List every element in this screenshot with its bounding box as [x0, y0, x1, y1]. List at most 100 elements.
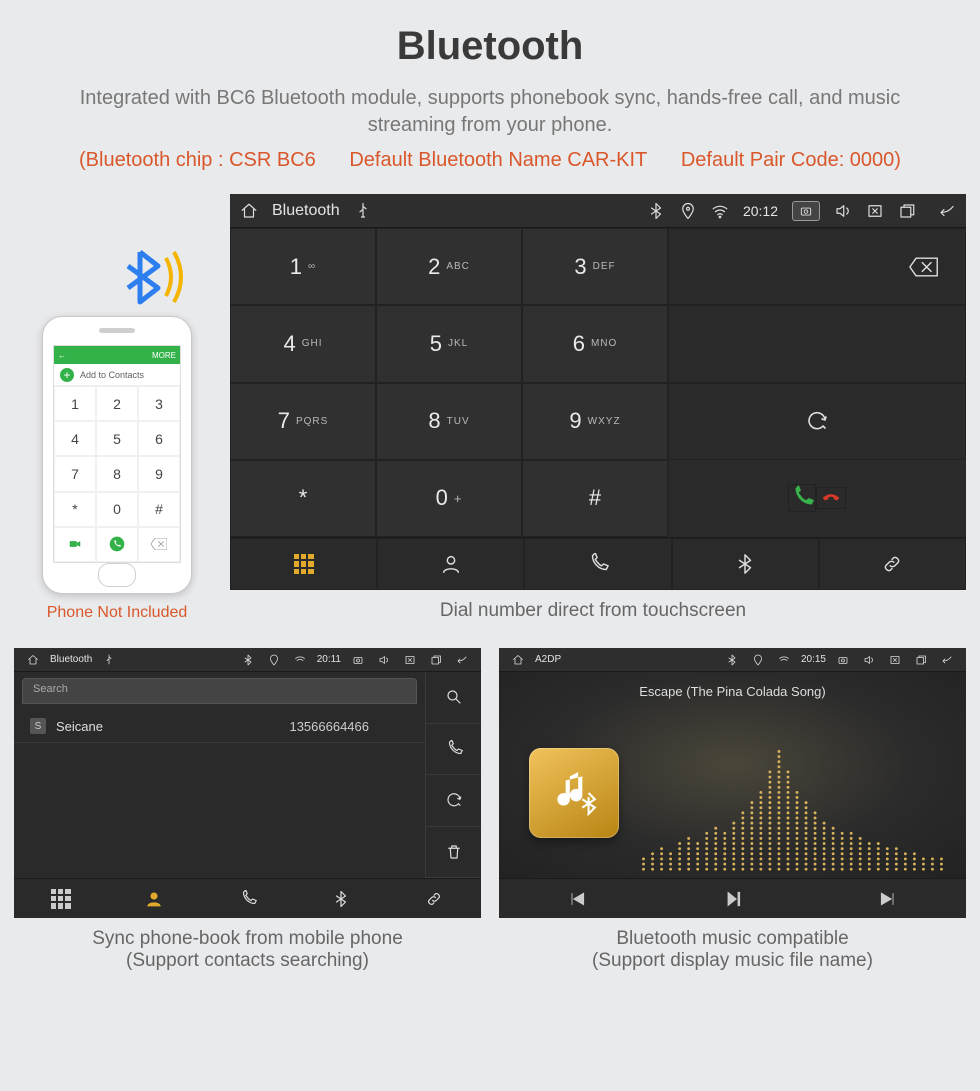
- phonebook-side-actions: [425, 672, 481, 878]
- usb-icon: [354, 202, 372, 220]
- empty-row: [668, 305, 966, 382]
- person-icon: [145, 890, 163, 908]
- tab-contacts[interactable]: [107, 878, 200, 918]
- recent-apps-icon[interactable]: [898, 202, 916, 220]
- album-art-icon: [529, 748, 619, 838]
- back-icon[interactable]: [938, 202, 956, 220]
- search-action[interactable]: [425, 672, 481, 724]
- key-3[interactable]: 3DEF: [522, 228, 668, 305]
- call-action[interactable]: [425, 724, 481, 776]
- close-app-icon[interactable]: [886, 651, 904, 669]
- key-6[interactable]: 6MNO: [522, 305, 668, 382]
- key-1[interactable]: 1∞: [230, 228, 376, 305]
- close-app-icon[interactable]: [401, 651, 419, 669]
- smartphone-frame: ← MORE + Add to Contacts 1 2 3 4 5 6: [42, 316, 192, 594]
- dialer-right-column: [668, 228, 966, 537]
- phone-statusbar: ← MORE: [54, 346, 180, 364]
- close-app-icon[interactable]: [866, 202, 884, 220]
- contact-row[interactable]: S Seicane 13566664466: [14, 710, 425, 743]
- backspace-icon[interactable]: [909, 256, 939, 278]
- phone-key-7: 7: [54, 456, 96, 491]
- location-icon: [749, 651, 767, 669]
- tab-bluetooth[interactable]: [294, 878, 387, 918]
- key-star[interactable]: *: [230, 460, 376, 537]
- status-title: Bluetooth: [272, 202, 340, 220]
- tab-dialpad[interactable]: [14, 878, 107, 918]
- next-track-button[interactable]: [810, 879, 966, 918]
- dialer-caption: Dial number direct from touchscreen: [220, 600, 966, 622]
- bluetooth-icon: [734, 553, 756, 575]
- key-5[interactable]: 5JKL: [376, 305, 522, 382]
- phonebook-status-bar: Bluetooth 20:11: [14, 648, 481, 672]
- key-7[interactable]: 7PQRS: [230, 383, 376, 460]
- phone-icon: [239, 890, 257, 908]
- add-to-contacts-label: Add to Contacts: [80, 370, 144, 380]
- status-title: Bluetooth: [50, 654, 92, 665]
- tab-call-log[interactable]: [524, 538, 671, 590]
- key-4[interactable]: 4GHI: [230, 305, 376, 382]
- tech-spec-line: (Bluetooth chip : CSR BC6 Default Blueto…: [14, 149, 966, 172]
- status-time: 20:11: [317, 654, 341, 665]
- tech-pair-code: Default Pair Code: 0000): [681, 149, 901, 171]
- call-button[interactable]: [788, 484, 816, 512]
- recent-apps-icon[interactable]: [912, 651, 930, 669]
- bluetooth-status-icon: [239, 651, 257, 669]
- tab-call-log[interactable]: [201, 878, 294, 918]
- hangup-button[interactable]: [816, 487, 846, 509]
- recent-apps-icon[interactable]: [427, 651, 445, 669]
- volume-icon[interactable]: [375, 651, 393, 669]
- contact-initial: S: [30, 718, 46, 734]
- tab-pairing[interactable]: [388, 878, 481, 918]
- play-pause-button[interactable]: [655, 879, 811, 918]
- home-icon[interactable]: [24, 651, 42, 669]
- person-icon: [440, 553, 462, 575]
- phone-key-4: 4: [54, 421, 96, 456]
- screenshot-icon[interactable]: [792, 201, 820, 221]
- smartphone-screen: ← MORE + Add to Contacts 1 2 3 4 5 6: [53, 345, 181, 563]
- phone-video-icon: [54, 527, 96, 562]
- volume-icon[interactable]: [860, 651, 878, 669]
- screenshot-icon[interactable]: [349, 651, 367, 669]
- phone-add-to-contacts: + Add to Contacts: [54, 364, 180, 386]
- contact-number: 13566664466: [289, 719, 369, 734]
- tab-dialpad[interactable]: [230, 538, 377, 590]
- headunit-music: A2DP 20:15 Escape (The Pina Colada Song): [499, 648, 966, 918]
- status-time: 20:15: [801, 654, 826, 665]
- screenshot-icon[interactable]: [834, 651, 852, 669]
- status-title: A2DP: [535, 654, 561, 665]
- key-9[interactable]: 9WXYZ: [522, 383, 668, 460]
- music-status-bar: A2DP 20:15: [499, 648, 966, 672]
- key-2[interactable]: 2ABC: [376, 228, 522, 305]
- key-0[interactable]: 0+: [376, 460, 522, 537]
- wifi-icon: [775, 651, 793, 669]
- home-icon[interactable]: [509, 651, 527, 669]
- music-note-bluetooth-icon: [549, 768, 599, 818]
- location-icon: [679, 202, 697, 220]
- page-title: Bluetooth: [14, 24, 966, 69]
- back-icon[interactable]: [453, 651, 471, 669]
- home-icon[interactable]: [240, 202, 258, 220]
- tab-pairing[interactable]: [819, 538, 966, 590]
- page-subtitle: Integrated with BC6 Bluetooth module, su…: [14, 85, 966, 139]
- tab-bluetooth[interactable]: [672, 538, 819, 590]
- status-time: 20:12: [743, 203, 778, 219]
- equalizer-dots: [639, 732, 946, 875]
- phone-key-2: 2: [96, 386, 138, 421]
- phone-backspace-icon: [138, 527, 180, 562]
- delete-action[interactable]: [425, 827, 481, 879]
- prev-track-button[interactable]: [499, 879, 655, 918]
- number-display: [668, 228, 966, 305]
- phone-key-8: 8: [96, 456, 138, 491]
- dialer-status-bar: Bluetooth 20:12: [230, 194, 966, 228]
- phone-key-3: 3: [138, 386, 180, 421]
- song-title: Escape (The Pina Colada Song): [499, 672, 966, 711]
- phone-key-0: 0: [96, 492, 138, 527]
- tab-contacts[interactable]: [377, 538, 524, 590]
- key-hash[interactable]: #: [522, 460, 668, 537]
- sync-action[interactable]: [425, 775, 481, 827]
- volume-icon[interactable]: [834, 202, 852, 220]
- contacts-search-input[interactable]: Search: [22, 678, 417, 704]
- back-icon[interactable]: [938, 651, 956, 669]
- key-8[interactable]: 8TUV: [376, 383, 522, 460]
- redial-row[interactable]: [668, 383, 966, 460]
